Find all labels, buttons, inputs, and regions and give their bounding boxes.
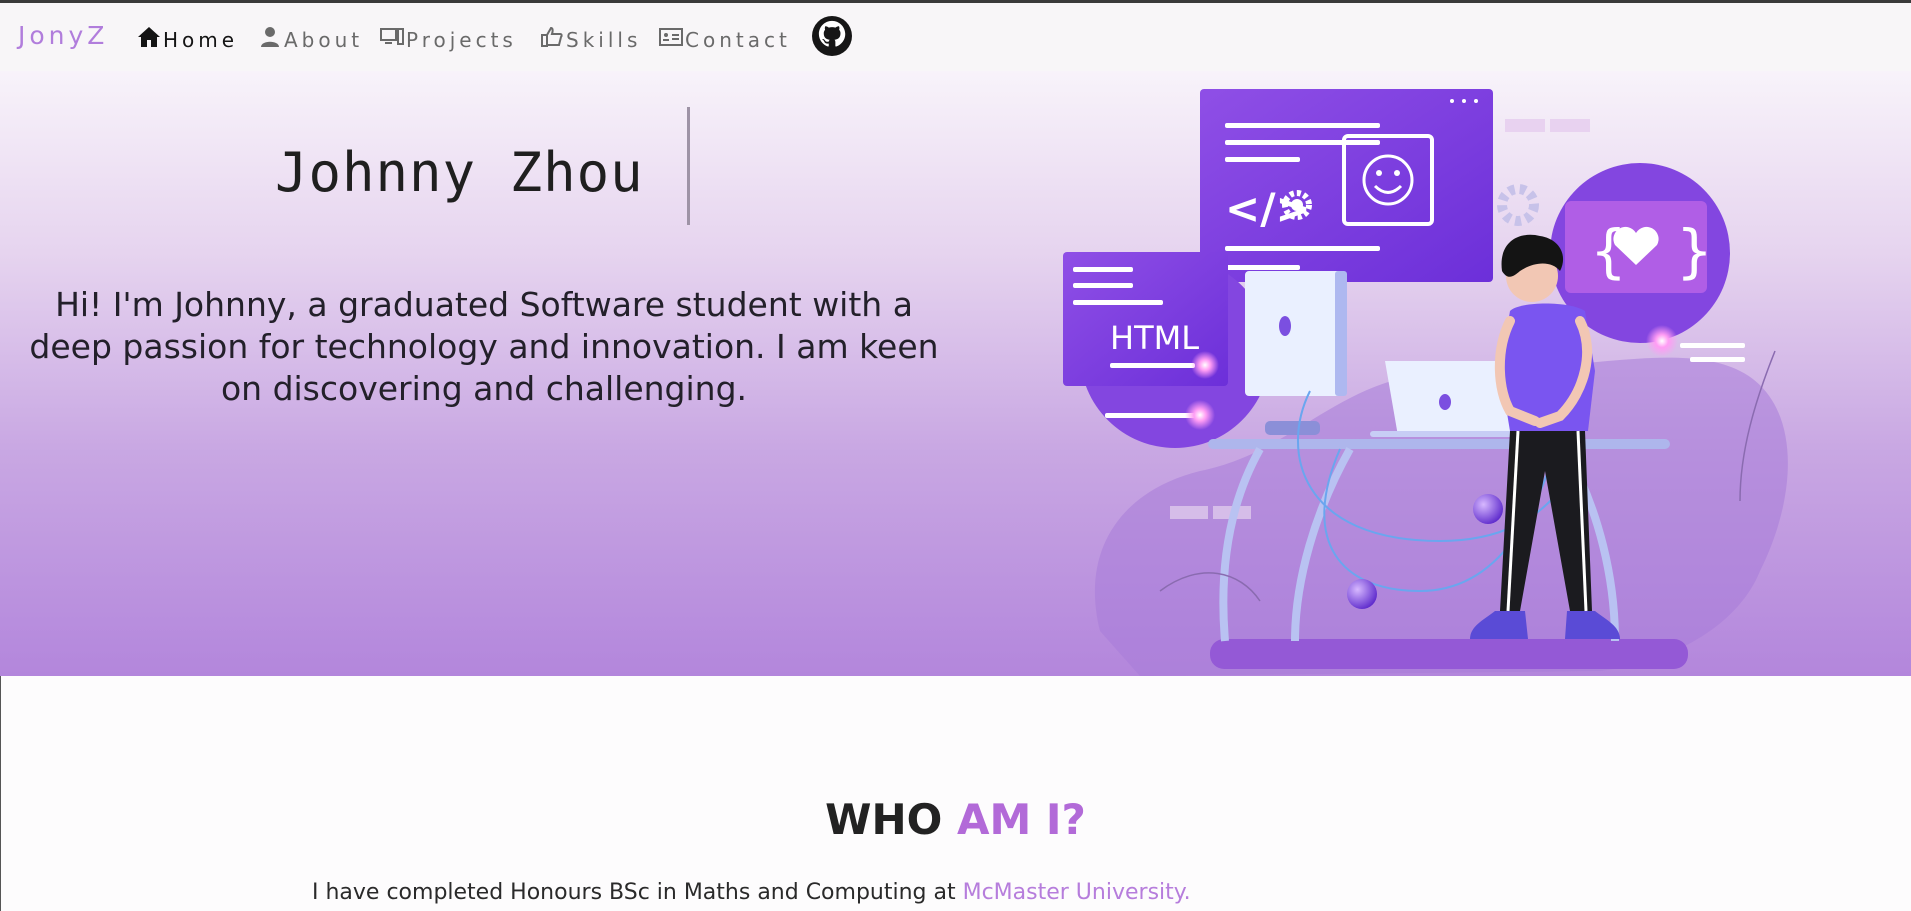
- nav-projects[interactable]: Projects: [380, 25, 517, 54]
- nav-contact[interactable]: Contact: [659, 25, 791, 54]
- svg-text:}: }: [1676, 217, 1713, 285]
- github-icon: [817, 19, 847, 53]
- who-am-i-heading: WHO AM I?: [0, 795, 1911, 844]
- nav-skills-label: Skills: [566, 27, 642, 52]
- typing-caret: [687, 107, 690, 225]
- developer-illustration: </> HTML { }: [1063, 89, 1788, 676]
- hero-name: Johnny Zhou: [275, 141, 644, 204]
- thumbs-up-icon: [540, 25, 566, 54]
- nav-contact-label: Contact: [685, 27, 791, 52]
- hero-intro: Hi! I'm Johnny, a graduated Software stu…: [29, 285, 939, 408]
- heading-part-2: AM I?: [956, 794, 1086, 844]
- nav-home[interactable]: Home: [137, 25, 238, 54]
- about-text: I have completed Honours BSc in Maths an…: [312, 880, 1191, 905]
- contact-card-icon: [659, 25, 685, 54]
- computer-icon: [380, 25, 406, 54]
- nav-about-label: About: [284, 27, 364, 52]
- brand-logo[interactable]: JonyZ: [18, 21, 108, 50]
- about-text-body: I have completed Honours BSc in Maths an…: [312, 880, 963, 905]
- nav-skills[interactable]: Skills: [540, 25, 641, 54]
- page-left-border: [0, 676, 1, 911]
- github-link[interactable]: [812, 16, 852, 56]
- nav-about[interactable]: About: [258, 25, 363, 54]
- hero-section: Johnny Zhou Hi! I'm Johnny, a graduated …: [0, 71, 1911, 676]
- html-tag-label: HTML: [1110, 319, 1199, 357]
- nav-projects-label: Projects: [406, 27, 517, 52]
- mcmaster-link[interactable]: McMaster University.: [963, 880, 1191, 905]
- heading-part-1: WHO: [825, 794, 943, 844]
- user-icon: [258, 25, 284, 54]
- nav-home-label: Home: [163, 27, 239, 52]
- navbar: JonyZ Home About Projects Skills Contact: [0, 3, 1911, 71]
- home-icon: [137, 25, 163, 54]
